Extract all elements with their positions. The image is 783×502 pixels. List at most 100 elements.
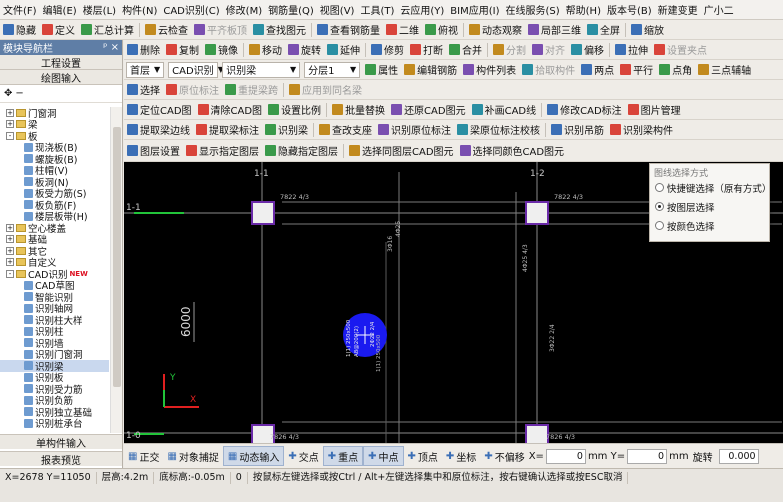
snap-toggle[interactable]: ✚ 坐标 bbox=[442, 446, 480, 466]
floor-select[interactable]: 首层 ▼ bbox=[126, 61, 165, 78]
toolbar-button[interactable]: 提取梁边线 bbox=[124, 121, 193, 139]
toolbar-button[interactable]: 图层设置 bbox=[124, 142, 183, 160]
tree-toggle-icon[interactable]: + bbox=[6, 120, 14, 129]
menu-item[interactable]: 在线服务(S) bbox=[503, 2, 563, 17]
rotate-checkbox[interactable]: 旋转 bbox=[689, 446, 717, 466]
radio-icon[interactable] bbox=[655, 221, 664, 230]
toolbar-button[interactable]: 识别原位标注 bbox=[375, 121, 454, 139]
snap-toggle[interactable]: ✚ 重点 bbox=[322, 446, 364, 466]
toolbar-button[interactable]: 选择同图层CAD图元 bbox=[346, 142, 457, 160]
toolbar-button[interactable]: 选择 bbox=[124, 81, 163, 99]
snap-toggle[interactable]: ✚ 交点 bbox=[284, 446, 322, 466]
toolbar-button[interactable]: 打断 bbox=[407, 41, 446, 59]
toolbar-button[interactable]: 图片管理 bbox=[625, 101, 684, 119]
toolbar-button[interactable]: 识别吊筋 bbox=[548, 121, 607, 139]
menu-item[interactable]: 构件(N) bbox=[119, 2, 160, 17]
toolbar-button[interactable]: 缩放 bbox=[628, 21, 667, 39]
toolbar-button[interactable]: 汇总计算 bbox=[78, 21, 137, 39]
toolbar-button[interactable]: 删除 bbox=[124, 41, 163, 59]
tree-toggle-icon[interactable]: + bbox=[6, 108, 14, 117]
snap-toggle[interactable]: ▦ 正交 bbox=[124, 446, 163, 466]
tree-toggle-icon[interactable]: + bbox=[6, 235, 14, 244]
column-1-1-top[interactable] bbox=[251, 201, 275, 225]
column-1-2-top[interactable] bbox=[525, 201, 549, 225]
toolbar-button[interactable]: 设置比例 bbox=[265, 101, 324, 119]
project-settings-button[interactable]: 工程设置 bbox=[0, 55, 122, 70]
toolbar-button[interactable]: 重提梁跨 bbox=[222, 81, 281, 99]
menu-item[interactable]: 视图(V) bbox=[317, 2, 358, 17]
menu-item[interactable]: 楼层(L) bbox=[80, 2, 119, 17]
rotate-input[interactable]: 0.000 bbox=[718, 448, 759, 464]
toolbar-button[interactable]: 构件列表 bbox=[460, 61, 519, 79]
toolbar-button[interactable]: 还原CAD图元 bbox=[388, 101, 469, 119]
y-input[interactable]: 0 bbox=[627, 448, 668, 464]
snap-toggle[interactable]: ✚ 顶点 bbox=[404, 446, 442, 466]
tree-item[interactable]: + 梁 bbox=[0, 119, 109, 131]
toolbar-button[interactable]: 拾取构件 bbox=[519, 61, 578, 79]
toolbar-button[interactable]: 延伸 bbox=[324, 41, 363, 59]
toolbar-button[interactable]: 点角 bbox=[656, 61, 695, 79]
popup-option[interactable]: 按图层选择 bbox=[650, 197, 769, 216]
menu-item[interactable]: 版本号(B) bbox=[604, 2, 655, 17]
toolbar-button[interactable]: 设置夹点 bbox=[651, 41, 710, 59]
toolbar-button[interactable]: 查改支座 bbox=[316, 121, 375, 139]
toolbar-button[interactable]: 识别梁构件 bbox=[607, 121, 676, 139]
drawing-input-button[interactable]: 绘图输入 bbox=[0, 70, 122, 85]
toolbar-button[interactable]: 梁原位标注校核 bbox=[454, 121, 543, 139]
menu-item[interactable]: BIM应用(I) bbox=[447, 2, 502, 17]
toolbar-button[interactable]: 隐藏 bbox=[0, 21, 39, 39]
toolbar-button[interactable]: 平行 bbox=[617, 61, 656, 79]
toolbar-button[interactable]: 分割 bbox=[490, 41, 529, 59]
menu-item[interactable]: 文件(F) bbox=[0, 2, 40, 17]
snap-toggle[interactable]: ▦ 动态输入 bbox=[222, 446, 285, 466]
toolbar-button[interactable]: 提取梁标注 bbox=[193, 121, 262, 139]
toolbar-button[interactable]: 隐藏指定图层 bbox=[262, 142, 341, 160]
toolbar-button[interactable]: 对齐 bbox=[529, 41, 568, 59]
toolbar-button[interactable]: 镜像 bbox=[202, 41, 241, 59]
radio-icon[interactable] bbox=[655, 183, 664, 192]
tree-toggle-icon[interactable]: + bbox=[6, 258, 14, 267]
toolbar-button[interactable]: 三点辅轴 bbox=[695, 61, 754, 79]
tree-toggle-icon[interactable]: - bbox=[6, 269, 14, 278]
toolbar-button[interactable]: 查找图元 bbox=[250, 21, 309, 39]
collapse-all-icon[interactable]: − bbox=[15, 88, 23, 99]
scrollbar-thumb[interactable] bbox=[113, 127, 121, 387]
toolbar-button[interactable]: 显示指定图层 bbox=[183, 142, 262, 160]
single-component-input-button[interactable]: 单构件输入 bbox=[0, 434, 122, 450]
toolbar-button[interactable]: 修剪 bbox=[368, 41, 407, 59]
toolbar-button[interactable]: 拉伸 bbox=[612, 41, 651, 59]
toolbar-button[interactable]: 修改CAD标注 bbox=[544, 101, 625, 119]
toolbar-button[interactable]: 批量替换 bbox=[329, 101, 388, 119]
tree-item[interactable]: + 空心楼盖 bbox=[0, 222, 109, 235]
menu-item[interactable]: 工具(T) bbox=[357, 2, 397, 17]
tree-item[interactable]: + 门窗洞 bbox=[0, 107, 109, 120]
toolbar-button[interactable]: 应用到同名梁 bbox=[286, 81, 365, 99]
layer-select[interactable]: 分层1 ▼ bbox=[304, 61, 361, 78]
menu-item[interactable]: 新建变更 bbox=[655, 2, 701, 17]
toolbar-button[interactable]: 选择同颜色CAD图元 bbox=[457, 142, 568, 160]
toolbar-button[interactable]: 移动 bbox=[246, 41, 285, 59]
radio-icon[interactable] bbox=[655, 202, 664, 211]
toolbar-button[interactable]: 编辑钢筋 bbox=[401, 61, 460, 79]
toolbar-button[interactable]: 补画CAD线 bbox=[469, 101, 540, 119]
snap-toggle[interactable]: ✚ 不偏移 bbox=[480, 446, 528, 466]
toolbar-button[interactable]: 定义 bbox=[39, 21, 78, 39]
cad-select[interactable]: CAD识别 ▼ bbox=[168, 61, 224, 78]
toolbar-button[interactable]: 清除CAD图 bbox=[195, 101, 266, 119]
tree-scrollbar[interactable] bbox=[110, 107, 122, 433]
tree-item[interactable]: 识别桩承台 bbox=[0, 418, 109, 430]
toolbar-button[interactable]: 旋转 bbox=[285, 41, 324, 59]
toolbar-button[interactable]: 平齐板顶 bbox=[191, 21, 250, 39]
menu-item[interactable]: 编辑(E) bbox=[40, 2, 80, 17]
tree-toggle-icon[interactable]: - bbox=[6, 131, 14, 140]
toolbar-button[interactable]: 识别梁 bbox=[262, 121, 311, 139]
toolbar-button[interactable]: 定位CAD图 bbox=[124, 101, 195, 119]
toolbar-button[interactable]: 两点 bbox=[578, 61, 617, 79]
expand-all-icon[interactable]: ✥ bbox=[4, 88, 12, 99]
toolbar-button[interactable]: 复制 bbox=[163, 41, 202, 59]
snap-toggle[interactable]: ✚ 中点 bbox=[363, 446, 404, 466]
toolbar-button[interactable]: 原位标注 bbox=[163, 81, 222, 99]
toolbar-button[interactable]: 动态观察 bbox=[466, 21, 525, 39]
tree-toggle-icon[interactable]: + bbox=[6, 223, 14, 232]
popup-option[interactable]: 快捷键选择（原有方式） bbox=[650, 178, 771, 197]
